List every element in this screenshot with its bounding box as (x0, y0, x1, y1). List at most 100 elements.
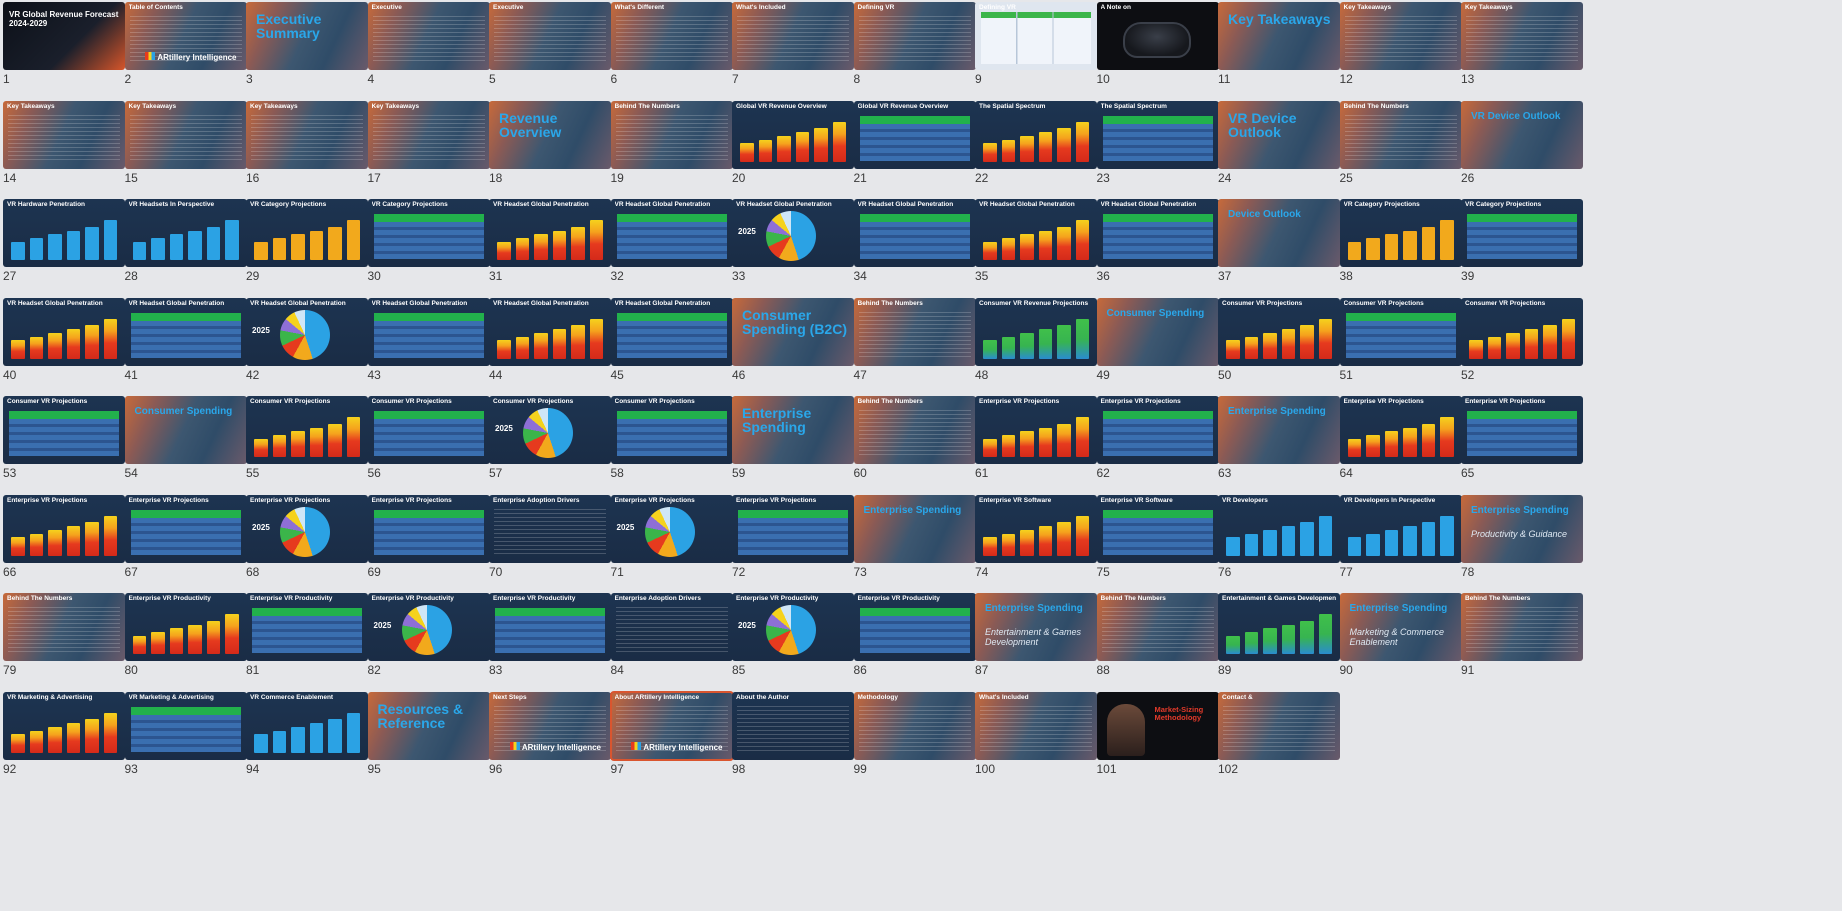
slide-thumbnail[interactable]: Executive (489, 2, 611, 70)
slide-thumbnail-item[interactable]: VR Headset Global Penetration 36 (1096, 199, 1221, 283)
slide-thumbnail[interactable]: Enterprise VR Productivity (489, 593, 611, 661)
slide-thumbnail-item[interactable]: VR Headset Global Penetration 44 (489, 297, 613, 382)
slide-thumbnail[interactable]: VR Marketing & Advertising (3, 691, 125, 760)
slide-thumbnail-item[interactable]: Behind The Numbers 79 (3, 593, 127, 677)
slide-thumbnail-item[interactable]: Resources & Reference 95 (367, 691, 492, 776)
slide-thumbnail-item[interactable]: About the Author 98 (732, 691, 856, 776)
slide-thumbnail[interactable]: VR Device Outlook (1218, 100, 1340, 169)
slide-thumbnail-item[interactable]: VR Headset Global Penetration 2025 33 (732, 199, 856, 283)
slide-thumbnail[interactable]: Enterprise VR Productivity (124, 593, 247, 661)
slide-thumbnail-item[interactable]: VR Category Projections 39 (1461, 199, 1585, 283)
slide-thumbnail[interactable]: Next Steps ARtillery Intelligence (489, 691, 611, 760)
slide-thumbnail[interactable]: Methodology (853, 691, 976, 760)
slide-thumbnail-item[interactable]: What's Included 100 (975, 691, 1099, 776)
slide-thumbnail[interactable]: Executive (367, 2, 490, 70)
slide-thumbnail-item[interactable]: Enterprise VR Projections 64 (1339, 396, 1464, 480)
slide-thumbnail-item[interactable]: Behind The Numbers 88 (1096, 593, 1221, 677)
slide-thumbnail[interactable]: VR Category Projections (1339, 199, 1462, 267)
slide-thumbnail[interactable]: VR Headset Global Penetration (489, 297, 611, 366)
slide-thumbnail-item[interactable]: Consumer VR Projections 2025 57 (489, 396, 613, 480)
slide-thumbnail[interactable]: Behind The Numbers (610, 100, 733, 169)
slide-thumbnail-item[interactable]: Table of Contents ARtillery Intelligence 2 (124, 2, 249, 86)
slide-thumbnail-item[interactable]: VR Marketing & Advertising 93 (124, 691, 249, 776)
slide-thumbnail[interactable]: Enterprise VR Productivity (246, 593, 368, 661)
slide-thumbnail-item[interactable]: Consumer Spending (B2C) 46 (732, 297, 856, 382)
slide-thumbnail-item[interactable]: Enterprise Spending 73 (853, 494, 978, 579)
slide-thumbnail[interactable]: Enterprise VR Projections 2025 (610, 494, 733, 563)
slide-thumbnail[interactable]: Enterprise VR Software (975, 494, 1097, 563)
slide-thumbnail-item[interactable]: VR Headset Global Penetration 41 (124, 297, 249, 382)
slide-thumbnail[interactable]: Defining VR (853, 2, 976, 70)
slide-thumbnail[interactable]: Key Takeaways (1218, 2, 1340, 70)
slide-thumbnail-item[interactable]: Enterprise Spending 63 (1218, 396, 1342, 480)
slide-thumbnail-item[interactable]: Enterprise VR Productivity 80 (124, 593, 249, 677)
slide-thumbnail[interactable]: Enterprise VR Projections (124, 494, 247, 563)
slide-thumbnail-item[interactable]: Enterprise VR Productivity 83 (489, 593, 613, 677)
slide-thumbnail[interactable]: Consumer VR Projections (3, 396, 125, 464)
slide-thumbnail[interactable]: Resources & Reference (367, 691, 490, 760)
slide-thumbnail[interactable]: Enterprise VR Projections 2025 (246, 494, 368, 563)
slide-thumbnail-item[interactable]: Enterprise VR Projections 69 (367, 494, 492, 579)
slide-thumbnail-item[interactable]: VR Headset Global Penetration 34 (853, 199, 978, 283)
slide-thumbnail-item[interactable]: VR Device Outlook 26 (1461, 100, 1585, 185)
slide-thumbnail[interactable]: VR Headset Global Penetration 2025 (732, 199, 854, 267)
slide-thumbnail-item[interactable]: Behind The Numbers 60 (853, 396, 978, 480)
slide-thumbnail[interactable]: Behind The Numbers (853, 297, 976, 366)
slide-thumbnail-item[interactable]: Enterprise Spending 59 (732, 396, 856, 480)
slide-thumbnail[interactable]: Enterprise VR Projections (3, 494, 125, 563)
slide-thumbnail-item[interactable]: Entertainment & Games Development 89 (1218, 593, 1342, 677)
slide-thumbnail[interactable]: Enterprise Spending Marketing & Commerce … (1339, 593, 1462, 661)
slide-thumbnail-item[interactable]: Key Takeaways 15 (124, 100, 249, 185)
slide-thumbnail-item[interactable]: Executive 5 (489, 2, 613, 86)
slide-thumbnail-item[interactable]: Consumer VR Revenue Projections 48 (975, 297, 1099, 382)
slide-thumbnail[interactable]: VR Headset Global Penetration 2025 (246, 297, 368, 366)
slide-thumbnail[interactable]: Enterprise VR Projections (1096, 396, 1219, 464)
slide-thumbnail[interactable]: VR Headset Global Penetration (1096, 199, 1219, 267)
slide-thumbnail-item[interactable]: Enterprise VR Projections 66 (3, 494, 127, 579)
slide-thumbnail[interactable]: The Spatial Spectrum (1096, 100, 1219, 169)
slide-thumbnail-item[interactable]: Consumer VR Projections 50 (1218, 297, 1342, 382)
slide-thumbnail-item[interactable]: VR Hardware Penetration 27 (3, 199, 127, 283)
slide-thumbnail-item[interactable]: The Spatial Spectrum 23 (1096, 100, 1221, 185)
slide-thumbnail-item[interactable]: Enterprise VR Projections 72 (732, 494, 856, 579)
slide-thumbnail[interactable]: About the Author (732, 691, 854, 760)
slide-thumbnail[interactable]: Enterprise VR Productivity 2025 (732, 593, 854, 661)
slide-thumbnail[interactable]: Enterprise Spending (1218, 396, 1340, 464)
slide-thumbnail-item[interactable]: Enterprise VR Software 75 (1096, 494, 1221, 579)
slide-thumbnail[interactable]: Key Takeaways (1461, 2, 1583, 70)
slide-thumbnail-item[interactable]: Revenue Overview 18 (489, 100, 613, 185)
slide-thumbnail-item[interactable]: Consumer VR Projections 56 (367, 396, 492, 480)
slide-thumbnail[interactable]: Behind The Numbers (1096, 593, 1219, 661)
slide-thumbnail-item[interactable]: Enterprise VR Projections 67 (124, 494, 249, 579)
slide-thumbnail[interactable]: VR Headset Global Penetration (3, 297, 125, 366)
slide-thumbnail[interactable]: VR Global Revenue Forecast 2024-2029 (3, 2, 125, 70)
slide-thumbnail-item[interactable]: Enterprise VR Software 74 (975, 494, 1099, 579)
slide-thumbnail-item[interactable]: Behind The Numbers 19 (610, 100, 735, 185)
slide-thumbnail-item[interactable]: Methodology 99 (853, 691, 978, 776)
slide-thumbnail[interactable]: Consumer VR Projections (367, 396, 490, 464)
slide-thumbnail[interactable]: Executive Summary (246, 2, 368, 70)
slide-thumbnail[interactable]: Entertainment & Games Development (1218, 593, 1340, 661)
slide-thumbnail-item[interactable]: VR Headset Global Penetration 40 (3, 297, 127, 382)
slide-thumbnail-item[interactable]: VR Headset Global Penetration 45 (610, 297, 735, 382)
slide-thumbnail-item[interactable]: Enterprise Spending Productivity & Guidan… (1461, 494, 1585, 579)
slide-thumbnail[interactable]: Defining VR (975, 2, 1097, 70)
slide-thumbnail-item[interactable]: Contact & 102 (1218, 691, 1342, 776)
slide-thumbnail[interactable]: Enterprise Spending Entertainment & Games… (975, 593, 1097, 661)
slide-thumbnail[interactable]: Behind The Numbers (853, 396, 976, 464)
slide-thumbnail-item[interactable]: Executive 4 (367, 2, 492, 86)
slide-thumbnail-item[interactable]: VR Global Revenue Forecast 2024-2029 1 (3, 2, 127, 86)
slide-thumbnail-item[interactable]: Behind The Numbers 47 (853, 297, 978, 382)
slide-thumbnail[interactable]: Enterprise VR Productivity (853, 593, 976, 661)
slide-thumbnail[interactable]: VR Headset Global Penetration (367, 297, 490, 366)
slide-thumbnail[interactable]: Enterprise VR Projections (1339, 396, 1462, 464)
slide-thumbnail[interactable]: Consumer VR Projections (246, 396, 368, 464)
slide-thumbnail[interactable]: VR Developers (1218, 494, 1340, 563)
slide-thumbnail-item[interactable]: Behind The Numbers 91 (1461, 593, 1585, 677)
slide-thumbnail[interactable]: Consumer VR Projections (1339, 297, 1462, 366)
slide-thumbnail[interactable]: VR Headset Global Penetration (610, 297, 733, 366)
slide-thumbnail-item[interactable]: Global VR Revenue Overview 20 (732, 100, 856, 185)
slide-thumbnail[interactable]: VR Category Projections (246, 199, 368, 267)
slide-thumbnail-item[interactable]: Global VR Revenue Overview 21 (853, 100, 978, 185)
slide-thumbnail[interactable]: A Note on (1096, 2, 1219, 70)
